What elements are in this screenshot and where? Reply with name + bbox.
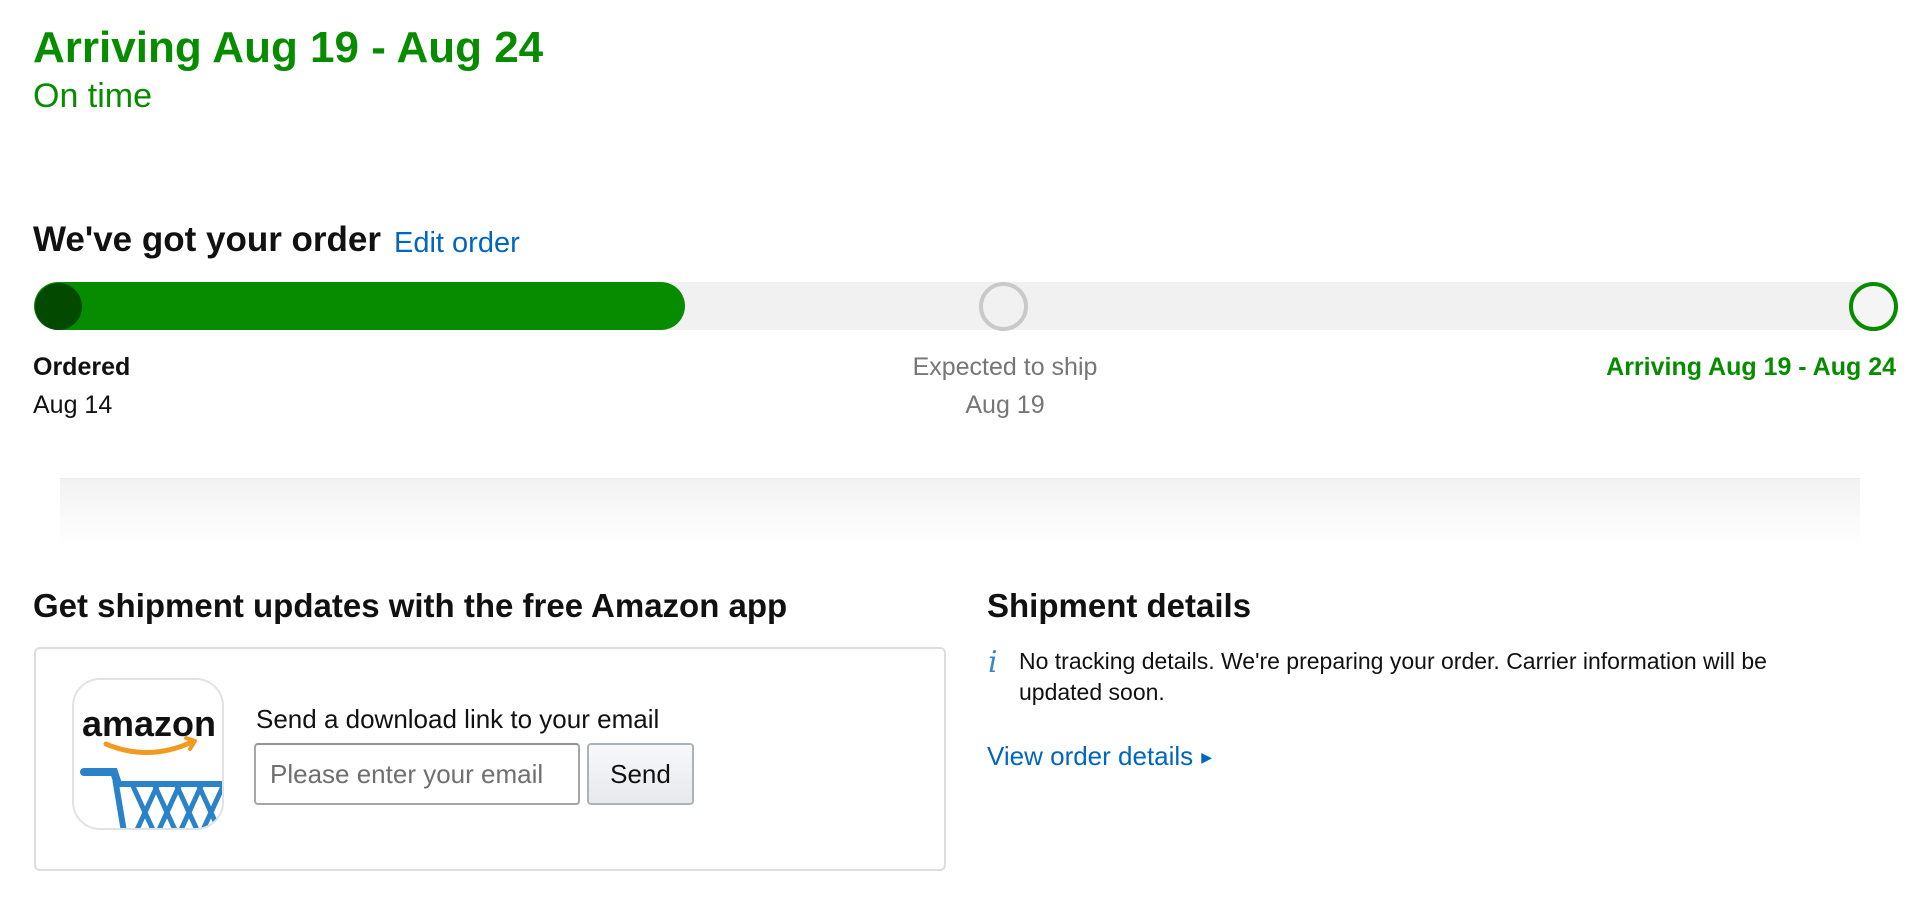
step-arriving-marker — [1849, 282, 1898, 331]
step-ship-date: Aug 19 — [965, 391, 1045, 419]
amazon-app-icon: amazon — [72, 678, 224, 830]
arrival-title: Arriving Aug 19 - Aug 24 — [33, 23, 544, 72]
view-order-details-label: View order details — [987, 741, 1194, 771]
shipment-details-heading: Shipment details — [987, 587, 1252, 624]
section-divider — [60, 478, 1860, 547]
step-ship-marker — [979, 282, 1028, 331]
app-promo-heading: Get shipment updates with the free Amazo… — [33, 587, 788, 624]
arrival-status: On time — [33, 77, 153, 115]
step-ordered-marker — [35, 283, 82, 330]
order-status-heading: We've got your order — [33, 220, 382, 259]
email-input[interactable] — [254, 743, 580, 805]
step-ordered-label: Ordered — [33, 353, 131, 381]
view-order-details-link[interactable]: View order details ▶ — [987, 740, 1212, 773]
step-arriving-label: Arriving Aug 19 - Aug 24 — [1606, 353, 1896, 381]
progress-fill — [34, 282, 685, 330]
edit-order-link[interactable]: Edit order — [394, 224, 520, 262]
send-button[interactable]: Send — [587, 743, 694, 805]
amazon-cart-logo-icon: amazon — [80, 703, 222, 828]
amazon-logo-text: amazon — [82, 703, 216, 744]
step-ship-label: Expected to ship — [912, 353, 1098, 381]
chevron-right-icon: ▶ — [1201, 749, 1212, 765]
send-link-label: Send a download link to your email — [256, 704, 660, 734]
progress-track — [34, 282, 1895, 330]
shipment-message: No tracking details. We're preparing you… — [1019, 648, 1767, 705]
info-icon: i — [988, 645, 998, 680]
step-ordered-date: Aug 14 — [33, 391, 113, 419]
